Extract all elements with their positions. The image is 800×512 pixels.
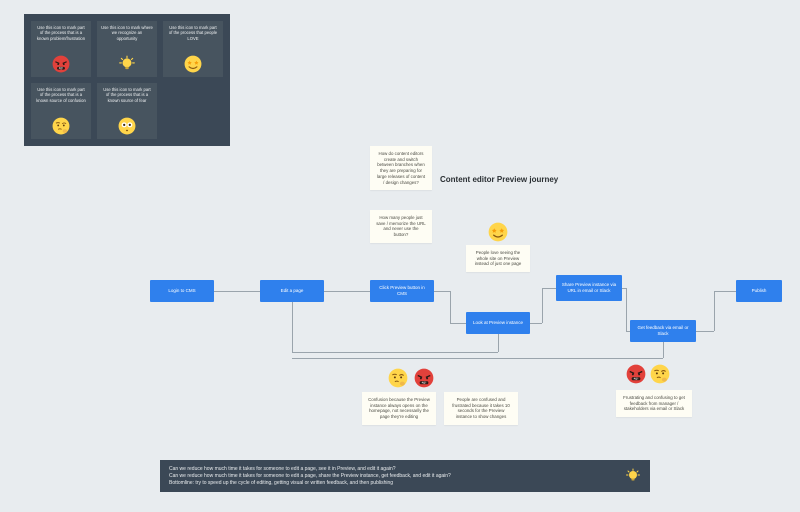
legend-confusion: Use this icon to mark part of the proces… [31,83,91,139]
journey-canvas: Use this icon to mark part of the proces… [0,0,800,512]
legend-love-text: Use this icon to mark part of the proces… [167,25,219,41]
connector [450,291,451,323]
note-branches: How do content editors create and switch… [370,146,432,190]
connector [714,291,736,292]
journey-title: Content editor Preview journey [440,175,558,184]
lightbulb-icon [625,468,641,484]
summary-text: Can we reduce how much time it takes for… [169,466,451,486]
note-feedback-bad: Frustrating and confusing to get feedbac… [616,390,692,417]
connector [714,291,715,331]
legend-opportunity-text: Use this icon to mark where we recognize… [101,25,153,41]
thinking-icon [52,117,70,135]
connector [214,291,260,292]
connector [542,288,543,323]
svg-text:#@!: #@! [422,382,427,385]
note-love-whole: People love seeing the whole site on Pre… [466,245,530,272]
summary-line2: Can we reduce how much time it takes for… [169,473,451,480]
legend-opportunity: Use this icon to mark where we recognize… [97,21,157,77]
legend-fear: Use this icon to mark part of the proces… [97,83,157,139]
star-eyes-icon [184,55,202,73]
flushed-icon [118,117,136,135]
star-eyes-icon [488,222,508,242]
connector [626,288,627,331]
lightbulb-icon [118,55,136,73]
legend-fear-text: Use this icon to mark part of the proces… [101,87,153,103]
angry-icon: #@! [52,55,70,73]
flow-feedback: Get feedback via email or Slack [630,320,696,342]
flow-edit: Edit a page [260,280,324,302]
summary-bar: Can we reduce how much time it takes for… [160,460,650,492]
connector [530,323,542,324]
connector [292,352,498,353]
svg-text:#@!: #@! [634,378,639,381]
legend-love: Use this icon to mark part of the proces… [163,21,223,77]
note-confusion-home: Confusion because the Preview instance a… [362,392,436,425]
connector [498,334,499,352]
connector [626,331,630,332]
legend-problem-text: Use this icon to mark part of the proces… [35,25,87,41]
connector [696,331,714,332]
angry-icon: #@! [626,364,646,384]
flow-share: Share Preview instance via URL in email … [556,275,622,301]
note-frustrated-10s: People are confused and frustrated becau… [444,392,518,425]
svg-text:#@!: #@! [59,68,64,70]
connector [434,291,450,292]
legend-panel: Use this icon to mark part of the proces… [24,14,230,146]
connector [324,291,370,292]
connector [663,342,664,358]
legend-confusion-text: Use this icon to mark part of the proces… [35,87,87,103]
flow-click-preview: Click Preview button in CMS [370,280,434,302]
connector [542,288,556,289]
flow-publish: Publish [736,280,782,302]
angry-icon: #@! [414,368,434,388]
connector [450,323,466,324]
summary-line3: Bottomline: try to speed up the cycle of… [169,480,451,487]
flow-look-preview: Look at Preview instance [466,312,530,334]
thinking-icon [650,364,670,384]
legend-problem: Use this icon to mark part of the proces… [31,21,91,77]
flow-login: Login to CMS [150,280,214,302]
note-memorize: How many people just save / memorize the… [370,210,432,243]
connector [292,302,293,352]
thinking-icon [388,368,408,388]
summary-line1: Can we reduce how much time it takes for… [169,466,451,473]
connector [292,358,663,359]
